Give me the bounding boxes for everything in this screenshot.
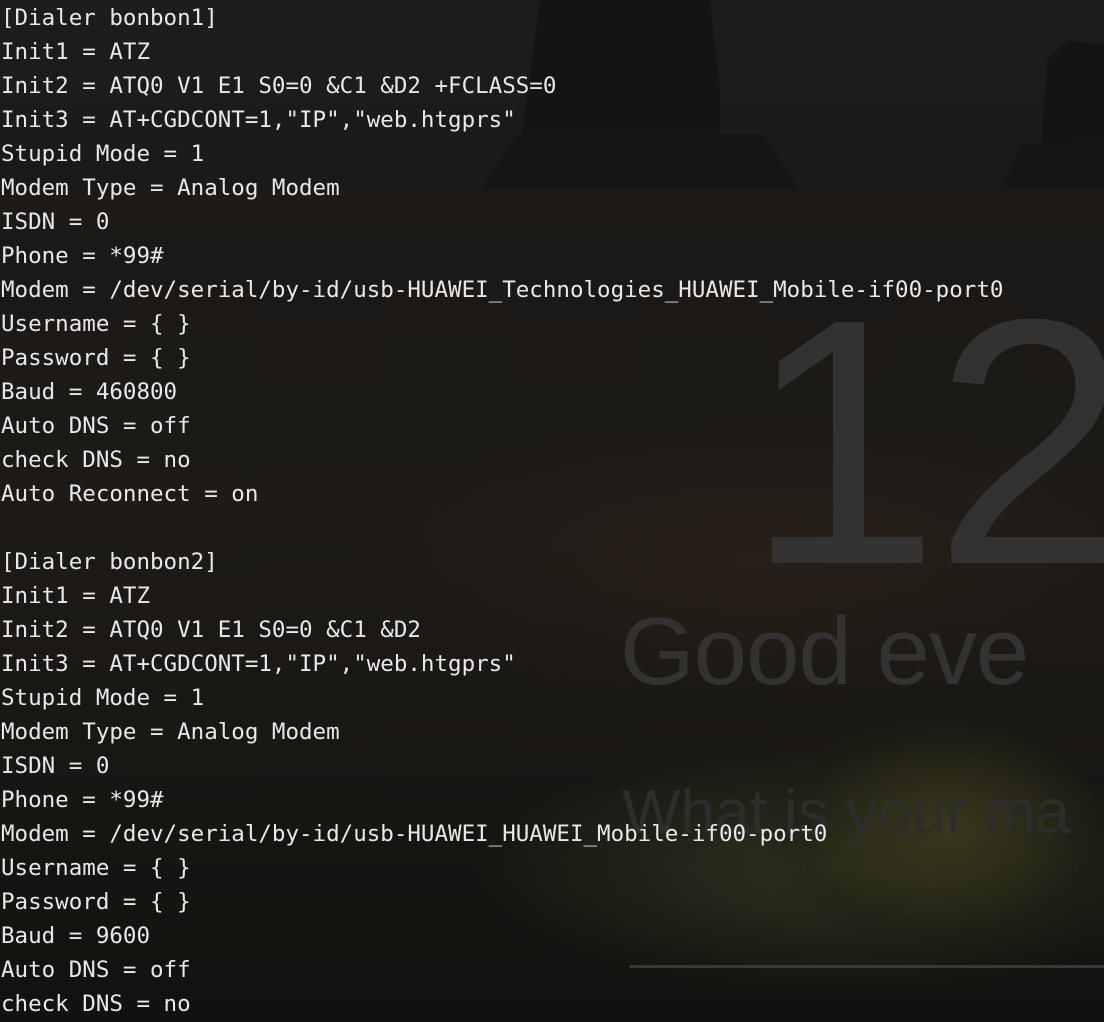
config-line: Password = { } <box>1 345 191 371</box>
config-line: Auto DNS = off <box>1 413 191 439</box>
config-line: Modem Type = Analog Modem <box>1 175 340 201</box>
config-line: Baud = 460800 <box>1 379 178 405</box>
config-section-header: [Dialer bonbon1] <box>1 5 218 31</box>
config-line: Init2 = ATQ0 V1 E1 S0=0 &C1 &D2 +FCLASS=… <box>1 73 557 99</box>
config-line: check DNS = no <box>1 447 191 473</box>
config-line: ISDN = 0 <box>1 209 110 235</box>
config-line: Init1 = ATZ <box>1 583 151 609</box>
config-section-header: [Dialer bonbon2] <box>1 549 218 575</box>
config-line: Phone = *99# <box>1 243 164 269</box>
config-line: Password = { } <box>1 889 191 915</box>
config-line: ISDN = 0 <box>1 753 110 779</box>
config-line: Stupid Mode = 1 <box>1 685 205 711</box>
config-line: Auto Reconnect = on <box>1 481 259 507</box>
config-line: Username = { } <box>1 311 191 337</box>
config-line: Init2 = ATQ0 V1 E1 S0=0 &C1 &D2 <box>1 617 421 643</box>
config-line: Modem = /dev/serial/by-id/usb-HUAWEI_Tec… <box>1 277 1004 303</box>
config-line: Phone = *99# <box>1 787 164 813</box>
config-line: Baud = 9600 <box>1 923 151 949</box>
terminal-output[interactable]: [Dialer bonbon1] Init1 = ATZ Init2 = ATQ0 … <box>0 0 1104 1022</box>
config-line: Modem Type = Analog Modem <box>1 719 340 745</box>
config-line: Stupid Mode = 1 <box>1 141 205 167</box>
desktop-screen: 12 Good eve What is your ma [Dialer bonb… <box>0 0 1104 1022</box>
config-line: Username = { } <box>1 855 191 881</box>
config-line: Init3 = AT+CGDCONT=1,"IP","web.htgprs" <box>1 107 516 133</box>
config-line: Init3 = AT+CGDCONT=1,"IP","web.htgprs" <box>1 651 516 677</box>
config-line: check DNS = no <box>1 991 191 1017</box>
config-line: Init1 = ATZ <box>1 39 151 65</box>
config-line: Modem = /dev/serial/by-id/usb-HUAWEI_HUA… <box>1 821 828 847</box>
config-line: Auto DNS = off <box>1 957 191 983</box>
